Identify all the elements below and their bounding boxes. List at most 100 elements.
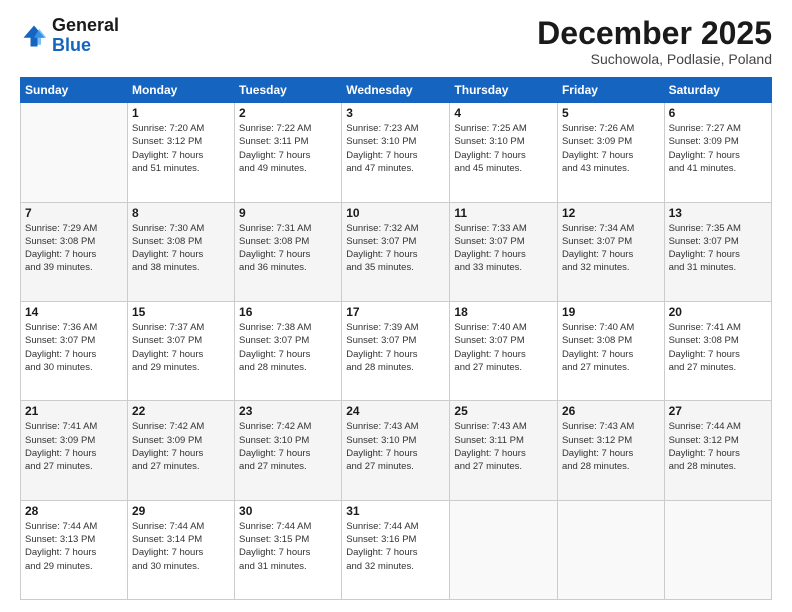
week-row-1: 7 Sunrise: 7:29 AMSunset: 3:08 PMDaylight… <box>21 202 772 301</box>
cell-3-2: 23 Sunrise: 7:42 AMSunset: 3:10 PMDayligh… <box>235 401 342 500</box>
cell-4-5 <box>557 500 664 599</box>
week-row-3: 21 Sunrise: 7:41 AMSunset: 3:09 PMDayligh… <box>21 401 772 500</box>
day-number: 14 <box>25 305 123 319</box>
day-number: 6 <box>669 106 767 120</box>
logo-text: General Blue <box>52 16 119 56</box>
cell-2-0: 14 Sunrise: 7:36 AMSunset: 3:07 PMDayligh… <box>21 301 128 400</box>
cell-2-3: 17 Sunrise: 7:39 AMSunset: 3:07 PMDayligh… <box>342 301 450 400</box>
day-detail: Sunrise: 7:33 AMSunset: 3:07 PMDaylight:… <box>454 222 553 275</box>
day-detail: Sunrise: 7:25 AMSunset: 3:10 PMDaylight:… <box>454 122 553 175</box>
day-detail: Sunrise: 7:37 AMSunset: 3:07 PMDaylight:… <box>132 321 230 374</box>
week-row-2: 14 Sunrise: 7:36 AMSunset: 3:07 PMDayligh… <box>21 301 772 400</box>
cell-2-4: 18 Sunrise: 7:40 AMSunset: 3:07 PMDayligh… <box>450 301 558 400</box>
day-detail: Sunrise: 7:43 AMSunset: 3:10 PMDaylight:… <box>346 420 445 473</box>
header: General Blue December 2025 Suchowola, Po… <box>20 16 772 67</box>
logo: General Blue <box>20 16 119 56</box>
day-number: 25 <box>454 404 553 418</box>
logo-icon <box>20 22 48 50</box>
day-number: 28 <box>25 504 123 518</box>
day-number: 21 <box>25 404 123 418</box>
day-number: 26 <box>562 404 660 418</box>
cell-0-4: 4 Sunrise: 7:25 AMSunset: 3:10 PMDaylight… <box>450 103 558 202</box>
day-number: 18 <box>454 305 553 319</box>
day-detail: Sunrise: 7:44 AMSunset: 3:14 PMDaylight:… <box>132 520 230 573</box>
cell-1-6: 13Sunrise: 7:35 AMSunset: 3:07 PMDayligh… <box>664 202 771 301</box>
cell-0-5: 5 Sunrise: 7:26 AMSunset: 3:09 PMDaylight… <box>557 103 664 202</box>
day-detail: Sunrise: 7:42 AMSunset: 3:09 PMDaylight:… <box>132 420 230 473</box>
cell-2-6: 20Sunrise: 7:41 AMSunset: 3:08 PMDayligh… <box>664 301 771 400</box>
day-number: 11 <box>454 206 553 220</box>
week-row-4: 28Sunrise: 7:44 AMSunset: 3:13 PMDayligh… <box>21 500 772 599</box>
cell-2-2: 16Sunrise: 7:38 AMSunset: 3:07 PMDayligh… <box>235 301 342 400</box>
col-saturday: Saturday <box>664 78 771 103</box>
cell-4-3: 31 Sunrise: 7:44 AMSunset: 3:16 PMDayligh… <box>342 500 450 599</box>
cell-3-1: 22 Sunrise: 7:42 AMSunset: 3:09 PMDayligh… <box>127 401 234 500</box>
day-number: 3 <box>346 106 445 120</box>
cell-4-6 <box>664 500 771 599</box>
week-row-0: 1 Sunrise: 7:20 AMSunset: 3:12 PMDaylight… <box>21 103 772 202</box>
day-detail: Sunrise: 7:26 AMSunset: 3:09 PMDaylight:… <box>562 122 660 175</box>
day-number: 2 <box>239 106 337 120</box>
day-detail: Sunrise: 7:36 AMSunset: 3:07 PMDaylight:… <box>25 321 123 374</box>
day-number: 7 <box>25 206 123 220</box>
day-number: 17 <box>346 305 445 319</box>
cell-4-2: 30 Sunrise: 7:44 AMSunset: 3:15 PMDayligh… <box>235 500 342 599</box>
cell-2-5: 19Sunrise: 7:40 AMSunset: 3:08 PMDayligh… <box>557 301 664 400</box>
day-number: 5 <box>562 106 660 120</box>
day-detail: Sunrise: 7:43 AMSunset: 3:12 PMDaylight:… <box>562 420 660 473</box>
day-detail: Sunrise: 7:41 AMSunset: 3:08 PMDaylight:… <box>669 321 767 374</box>
calendar: Sunday Monday Tuesday Wednesday Thursday… <box>20 77 772 600</box>
cell-3-5: 26 Sunrise: 7:43 AMSunset: 3:12 PMDayligh… <box>557 401 664 500</box>
day-detail: Sunrise: 7:44 AMSunset: 3:12 PMDaylight:… <box>669 420 767 473</box>
logo-line2: Blue <box>52 35 91 55</box>
day-detail: Sunrise: 7:23 AMSunset: 3:10 PMDaylight:… <box>346 122 445 175</box>
title-block: December 2025 Suchowola, Podlasie, Polan… <box>537 16 772 67</box>
col-monday: Monday <box>127 78 234 103</box>
day-number: 31 <box>346 504 445 518</box>
cell-1-1: 8Sunrise: 7:30 AMSunset: 3:08 PMDaylight… <box>127 202 234 301</box>
day-detail: Sunrise: 7:44 AMSunset: 3:16 PMDaylight:… <box>346 520 445 573</box>
page: General Blue December 2025 Suchowola, Po… <box>0 0 792 612</box>
day-detail: Sunrise: 7:40 AMSunset: 3:07 PMDaylight:… <box>454 321 553 374</box>
day-detail: Sunrise: 7:44 AMSunset: 3:15 PMDaylight:… <box>239 520 337 573</box>
cell-3-4: 25 Sunrise: 7:43 AMSunset: 3:11 PMDayligh… <box>450 401 558 500</box>
cell-3-6: 27 Sunrise: 7:44 AMSunset: 3:12 PMDayligh… <box>664 401 771 500</box>
header-row: Sunday Monday Tuesday Wednesday Thursday… <box>21 78 772 103</box>
day-detail: Sunrise: 7:35 AMSunset: 3:07 PMDaylight:… <box>669 222 767 275</box>
cell-0-6: 6 Sunrise: 7:27 AMSunset: 3:09 PMDaylight… <box>664 103 771 202</box>
day-detail: Sunrise: 7:38 AMSunset: 3:07 PMDaylight:… <box>239 321 337 374</box>
cell-3-3: 24Sunrise: 7:43 AMSunset: 3:10 PMDayligh… <box>342 401 450 500</box>
cell-3-0: 21 Sunrise: 7:41 AMSunset: 3:09 PMDayligh… <box>21 401 128 500</box>
day-detail: Sunrise: 7:43 AMSunset: 3:11 PMDaylight:… <box>454 420 553 473</box>
day-number: 29 <box>132 504 230 518</box>
day-detail: Sunrise: 7:42 AMSunset: 3:10 PMDaylight:… <box>239 420 337 473</box>
day-number: 22 <box>132 404 230 418</box>
day-detail: Sunrise: 7:29 AMSunset: 3:08 PMDaylight:… <box>25 222 123 275</box>
cell-4-4 <box>450 500 558 599</box>
day-number: 1 <box>132 106 230 120</box>
day-number: 4 <box>454 106 553 120</box>
cell-1-0: 7 Sunrise: 7:29 AMSunset: 3:08 PMDaylight… <box>21 202 128 301</box>
cell-4-1: 29 Sunrise: 7:44 AMSunset: 3:14 PMDayligh… <box>127 500 234 599</box>
day-number: 10 <box>346 206 445 220</box>
day-detail: Sunrise: 7:39 AMSunset: 3:07 PMDaylight:… <box>346 321 445 374</box>
day-number: 9 <box>239 206 337 220</box>
col-wednesday: Wednesday <box>342 78 450 103</box>
col-thursday: Thursday <box>450 78 558 103</box>
day-detail: Sunrise: 7:30 AMSunset: 3:08 PMDaylight:… <box>132 222 230 275</box>
day-number: 23 <box>239 404 337 418</box>
cell-0-1: 1 Sunrise: 7:20 AMSunset: 3:12 PMDaylight… <box>127 103 234 202</box>
day-detail: Sunrise: 7:34 AMSunset: 3:07 PMDaylight:… <box>562 222 660 275</box>
day-detail: Sunrise: 7:41 AMSunset: 3:09 PMDaylight:… <box>25 420 123 473</box>
cell-1-4: 11 Sunrise: 7:33 AMSunset: 3:07 PMDayligh… <box>450 202 558 301</box>
day-number: 30 <box>239 504 337 518</box>
day-detail: Sunrise: 7:27 AMSunset: 3:09 PMDaylight:… <box>669 122 767 175</box>
day-number: 27 <box>669 404 767 418</box>
cell-0-3: 3 Sunrise: 7:23 AMSunset: 3:10 PMDaylight… <box>342 103 450 202</box>
col-tuesday: Tuesday <box>235 78 342 103</box>
cell-1-2: 9 Sunrise: 7:31 AMSunset: 3:08 PMDaylight… <box>235 202 342 301</box>
location: Suchowola, Podlasie, Poland <box>537 51 772 67</box>
day-detail: Sunrise: 7:31 AMSunset: 3:08 PMDaylight:… <box>239 222 337 275</box>
col-friday: Friday <box>557 78 664 103</box>
day-detail: Sunrise: 7:20 AMSunset: 3:12 PMDaylight:… <box>132 122 230 175</box>
